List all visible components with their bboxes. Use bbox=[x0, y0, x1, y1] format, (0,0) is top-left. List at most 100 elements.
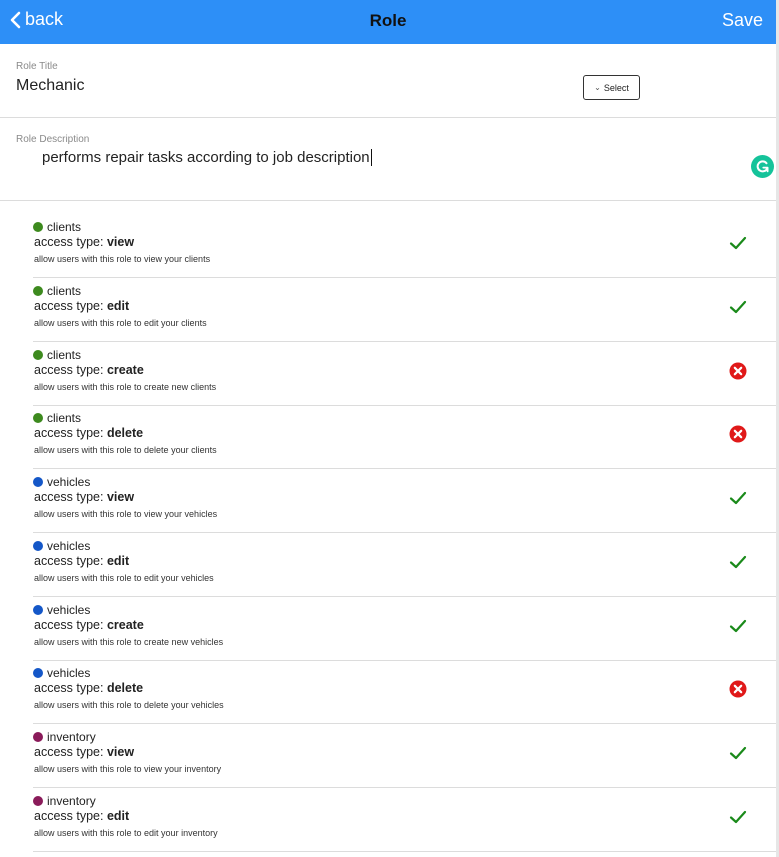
resource-name: inventory bbox=[47, 793, 96, 808]
access-type: access type: edit bbox=[34, 554, 129, 568]
resource-name: clients bbox=[47, 347, 82, 362]
permission-resource: inventory bbox=[33, 730, 96, 744]
access-type-value: delete bbox=[106, 681, 144, 696]
resource-color-dot bbox=[33, 349, 43, 360]
permission-resource: vehicles bbox=[33, 603, 90, 617]
close-circle-icon[interactable] bbox=[729, 680, 747, 698]
access-type-label: access type: bbox=[34, 426, 107, 441]
grammarly-icon[interactable] bbox=[751, 155, 774, 178]
role-page: back Role Save Role Title Mechanic ⌄ Sel… bbox=[0, 0, 776, 857]
access-type: access type: edit bbox=[34, 809, 129, 823]
access-type: access type: view bbox=[34, 235, 134, 249]
permission-description: allow users with this role to view your … bbox=[34, 509, 218, 519]
access-type-label: access type: bbox=[34, 235, 107, 249]
role-description-label: Role Description bbox=[16, 134, 90, 145]
access-type-value: view bbox=[106, 745, 135, 759]
access-type-value: edit bbox=[106, 298, 130, 313]
role-title-label: Role Title bbox=[16, 61, 58, 72]
resource-color-dot bbox=[33, 732, 43, 742]
permission-description: allow users with this role to delete you… bbox=[34, 700, 224, 711]
access-type-label: access type: bbox=[34, 808, 107, 823]
role-title-field[interactable]: Mechanic bbox=[16, 77, 84, 95]
permission-resource: clients bbox=[33, 284, 81, 298]
access-type-label: access type: bbox=[34, 362, 107, 377]
permission-row[interactable]: clients access type: edit allow users with… bbox=[33, 278, 776, 342]
chevron-down-icon: ⌄ bbox=[594, 83, 601, 92]
access-type-label: access type: bbox=[34, 298, 107, 313]
checkmark-icon[interactable] bbox=[729, 489, 747, 507]
page-title: Role bbox=[369, 11, 407, 30]
permission-row[interactable]: vehicles access type: delete allow users w… bbox=[33, 660, 776, 725]
access-type-label: access type: bbox=[34, 553, 107, 568]
access-type-value: view bbox=[106, 235, 135, 249]
resource-name: clients bbox=[47, 411, 82, 426]
resource-color-dot bbox=[33, 413, 43, 424]
permission-resource: vehicles bbox=[33, 475, 90, 489]
permission-resource: clients bbox=[33, 348, 81, 362]
permission-resource: vehicles bbox=[33, 666, 90, 680]
close-circle-icon[interactable] bbox=[729, 362, 747, 380]
access-type: access type: delete bbox=[34, 426, 143, 440]
permission-row[interactable]: clients access type: create allow users wi… bbox=[33, 342, 776, 406]
checkmark-icon[interactable] bbox=[729, 744, 747, 762]
access-type-value: edit bbox=[106, 808, 130, 823]
access-type: access type: view bbox=[34, 490, 134, 504]
access-type: access type: view bbox=[34, 745, 134, 759]
permission-description: allow users with this role to view your … bbox=[34, 254, 211, 264]
role-description-field[interactable]: performs repair tasks according to job d… bbox=[42, 149, 372, 166]
permission-row[interactable]: inventory access type: edit allow users wi… bbox=[33, 788, 776, 852]
row-divider bbox=[33, 850, 776, 852]
select-button[interactable]: ⌄ Select bbox=[583, 75, 640, 100]
checkmark-icon[interactable] bbox=[729, 298, 747, 316]
permission-resource: clients bbox=[33, 220, 81, 234]
resource-name: vehicles bbox=[47, 602, 91, 617]
access-type: access type: edit bbox=[34, 299, 129, 313]
resource-color-dot bbox=[33, 795, 43, 806]
checkmark-icon[interactable] bbox=[729, 617, 747, 635]
close-circle-icon[interactable] bbox=[729, 425, 747, 443]
access-type-value: create bbox=[106, 362, 144, 377]
resource-name: inventory bbox=[47, 730, 96, 744]
select-label: Select bbox=[603, 82, 629, 93]
access-type-label: access type: bbox=[34, 490, 107, 504]
permission-resource: inventory bbox=[33, 794, 96, 808]
permission-description: allow users with this role to edit your … bbox=[34, 572, 214, 583]
access-type-label: access type: bbox=[34, 681, 107, 696]
access-type: access type: create bbox=[34, 618, 144, 632]
resource-color-dot bbox=[33, 604, 43, 615]
permission-row[interactable]: clients access type: delete allow users wi… bbox=[33, 405, 776, 470]
permission-row[interactable]: clients access type: view allow users with… bbox=[33, 214, 776, 278]
save-button[interactable]: Save bbox=[722, 10, 763, 31]
divider bbox=[0, 200, 776, 201]
permission-resource: clients bbox=[33, 411, 81, 425]
access-type-value: edit bbox=[106, 553, 130, 568]
access-type: access type: delete bbox=[34, 681, 143, 695]
permission-description: allow users with this role to view your … bbox=[34, 764, 222, 774]
permission-description: allow users with this role to edit your … bbox=[34, 317, 207, 328]
resource-name: vehicles bbox=[47, 475, 91, 489]
top-bar: back Role Save bbox=[0, 0, 776, 44]
permission-row[interactable]: vehicles access type: edit allow users wit… bbox=[33, 533, 776, 597]
permission-resource: vehicles bbox=[33, 539, 90, 553]
divider bbox=[0, 117, 776, 118]
access-type-value: delete bbox=[106, 426, 144, 441]
permission-row[interactable]: inventory access type: view allow users wi… bbox=[33, 724, 776, 788]
checkmark-icon[interactable] bbox=[729, 234, 747, 252]
permission-description: allow users with this role to delete you… bbox=[34, 445, 217, 456]
permission-description: allow users with this role to create new… bbox=[34, 381, 217, 392]
access-type-value: view bbox=[106, 490, 135, 504]
permission-row[interactable]: vehicles access type: view allow users wit… bbox=[33, 469, 776, 533]
access-type-label: access type: bbox=[34, 617, 107, 632]
resource-color-dot bbox=[33, 540, 43, 551]
access-type-label: access type: bbox=[34, 745, 107, 759]
resource-color-dot bbox=[33, 477, 43, 487]
resource-name: clients bbox=[47, 220, 82, 234]
resource-color-dot bbox=[33, 222, 43, 232]
resource-name: clients bbox=[47, 283, 82, 298]
access-type: access type: create bbox=[34, 363, 144, 377]
checkmark-icon[interactable] bbox=[729, 553, 747, 571]
permission-row[interactable]: vehicles access type: create allow users w… bbox=[33, 597, 776, 661]
resource-color-dot bbox=[33, 285, 43, 296]
checkmark-icon[interactable] bbox=[729, 808, 747, 826]
permission-description: allow users with this role to edit your … bbox=[34, 827, 218, 838]
